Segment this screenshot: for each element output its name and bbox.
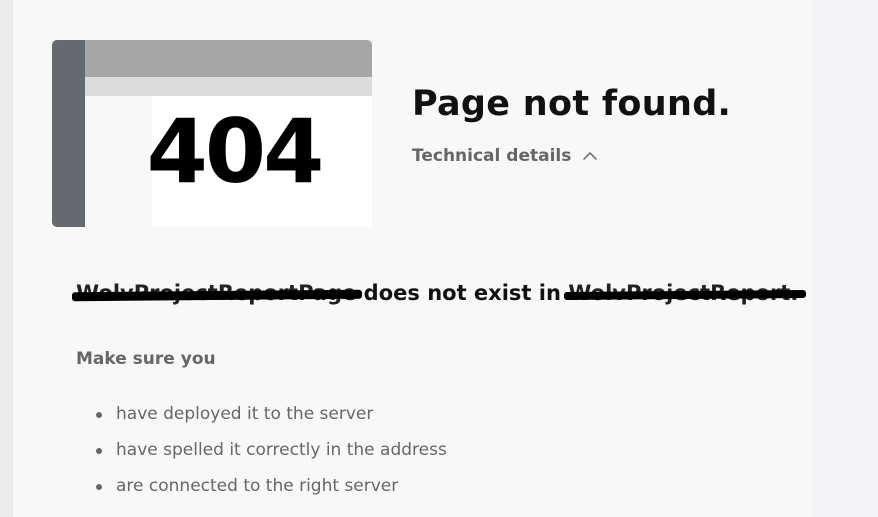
page-title: Page not found. <box>412 84 732 124</box>
list-item: have spelled it correctly in the address <box>76 434 447 470</box>
technical-details-toggle[interactable]: Technical details <box>412 146 599 166</box>
left-margin <box>0 0 13 517</box>
help-list: have deployed it to the server have spel… <box>76 398 447 506</box>
right-margin <box>812 0 878 517</box>
help-heading: Make sure you <box>76 349 216 369</box>
redacted-page-name: WolvProjectReportPage <box>76 281 357 305</box>
redacted-app-name: WolvProjectReport. <box>568 281 799 305</box>
list-item: are connected to the right server <box>76 470 447 506</box>
error-message: WolvProjectReportPage does not exist in … <box>76 281 798 305</box>
chevron-up-icon <box>583 152 598 160</box>
message-middle: does not exist in <box>356 281 569 305</box>
illustration-titlebar <box>85 40 372 77</box>
technical-details-label: Technical details <box>412 146 572 166</box>
error-illustration: 404 <box>52 40 372 227</box>
error-code: 404 <box>146 100 325 203</box>
illustration-toolbar <box>85 77 372 96</box>
illustration-sidebar <box>52 40 85 227</box>
list-item: have deployed it to the server <box>76 398 447 434</box>
